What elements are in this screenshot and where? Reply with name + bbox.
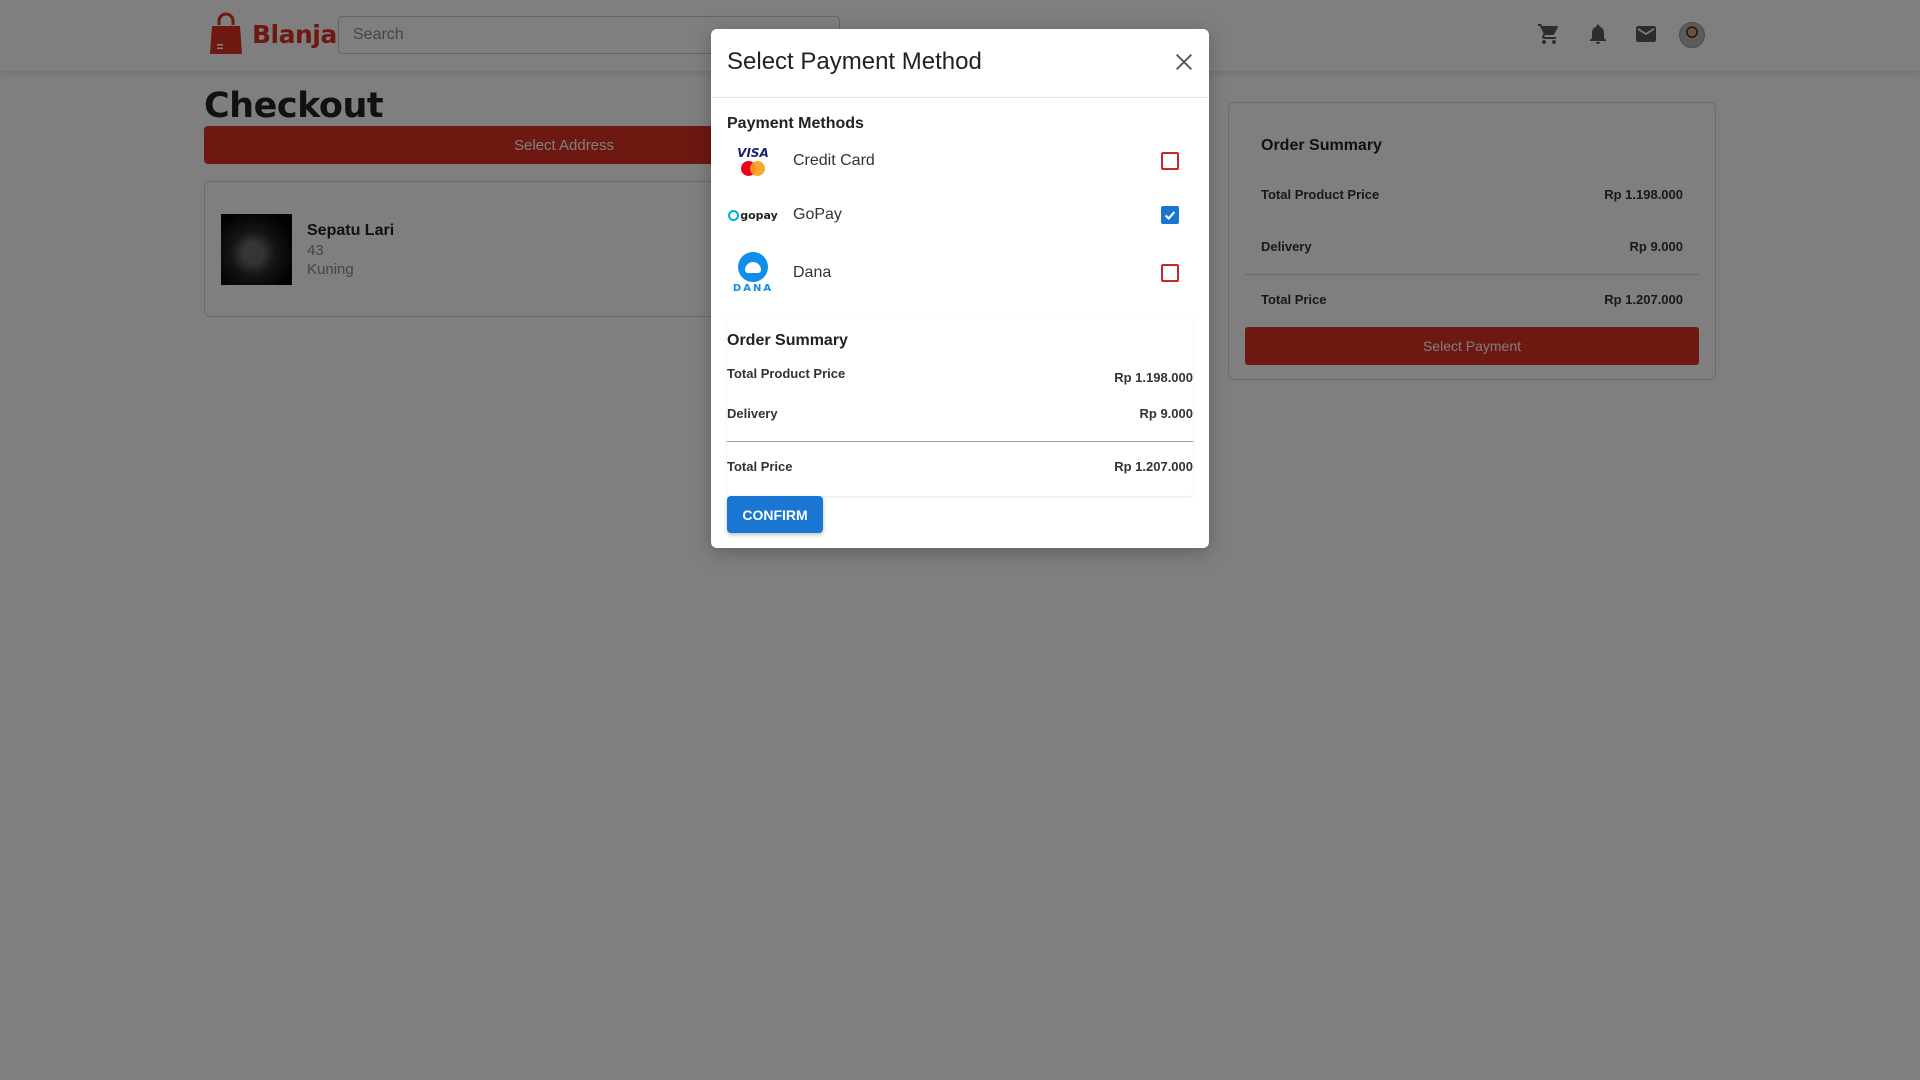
payment-methods-heading: Payment Methods [727, 115, 864, 132]
payment-option-credit-card[interactable]: VISA Credit Card [727, 141, 1193, 181]
dana-logo: DANA [727, 252, 779, 294]
dialog-product-price-value: Rp 1.198.000 [1114, 370, 1193, 385]
check-icon [1164, 211, 1176, 221]
dialog-order-summary: Order Summary Total Product Price Rp 1.1… [727, 316, 1193, 496]
gopay-checkbox[interactable] [1161, 206, 1179, 224]
dialog-delivery-label: Delivery [727, 406, 778, 421]
dialog-total-label: Total Price [727, 459, 793, 474]
payment-option-gopay[interactable]: gopay GoPay [727, 195, 1193, 235]
dialog-total-row: Total Price Rp 1.207.000 [727, 459, 1193, 474]
payment-option-label: Credit Card [793, 152, 875, 169]
dialog-delivery-value: Rp 9.000 [1139, 406, 1193, 421]
dialog-title: Select Payment Method [727, 48, 982, 75]
payment-option-label: Dana [793, 264, 832, 281]
dialog-total-value: Rp 1.207.000 [1114, 459, 1193, 474]
close-icon[interactable] [1171, 49, 1197, 75]
confirm-button[interactable]: CONFIRM [727, 496, 823, 533]
dialog-delivery-row: Delivery Rp 9.000 [727, 406, 1193, 421]
dialog-summary-divider [727, 441, 1193, 442]
dialog-summary-title: Order Summary [727, 332, 848, 349]
dialog-product-price-row: Total Product Price Rp 1.198.000 [727, 366, 1193, 385]
visa-mastercard-logo: VISA [727, 141, 779, 181]
dialog-divider [711, 97, 1209, 98]
dialog-product-price-label: Total Product Price [727, 366, 846, 381]
gopay-logo: gopay [727, 195, 779, 235]
payment-method-dialog: Select Payment Method Payment Methods VI… [711, 29, 1209, 548]
payment-option-dana[interactable]: DANA Dana [727, 249, 1193, 297]
payment-option-label: GoPay [793, 206, 842, 223]
dana-checkbox[interactable] [1161, 264, 1179, 282]
credit-card-checkbox[interactable] [1161, 152, 1179, 170]
